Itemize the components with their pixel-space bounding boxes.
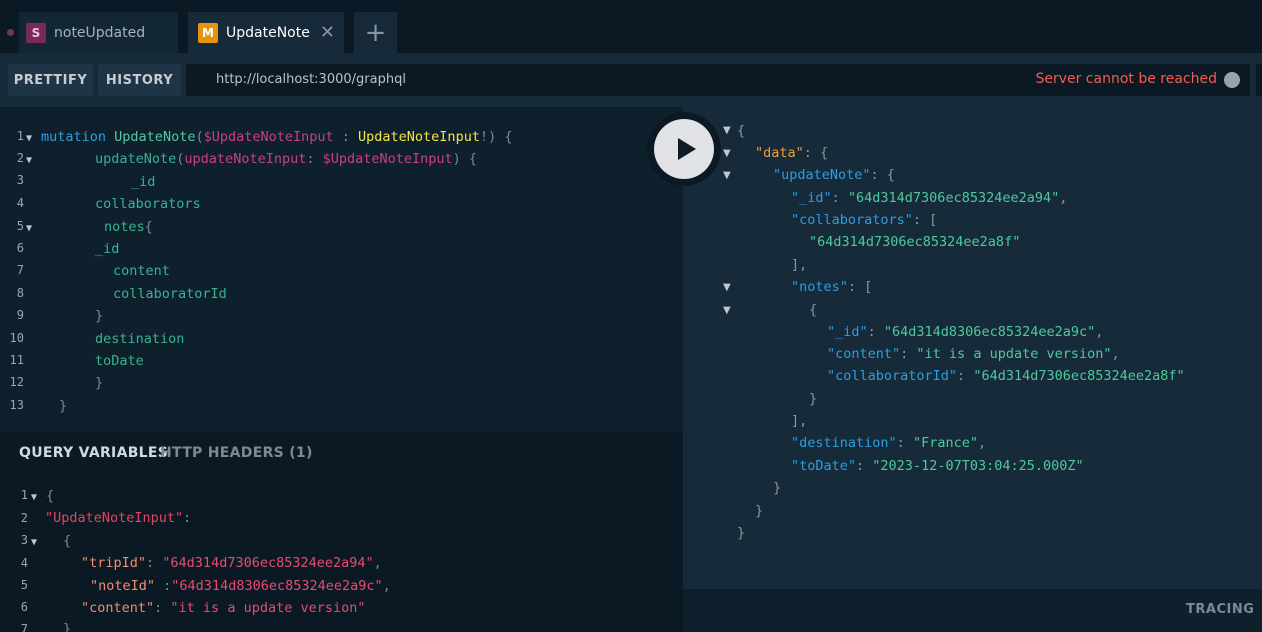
json-line: "collaborators": [: [791, 212, 938, 228]
line-number: 4: [20, 556, 28, 570]
line-number: 2: [20, 511, 28, 525]
line-number: 7: [20, 622, 28, 632]
plus-icon[interactable]: +: [354, 12, 397, 53]
tab-updatenote[interactable]: M UpdateNote ✕: [188, 12, 344, 53]
line-number: 13: [9, 398, 24, 412]
unsaved-dot-icon: [7, 29, 14, 36]
line-number: 12: [9, 375, 24, 389]
fold-arrow-icon[interactable]: ▼: [723, 148, 731, 159]
code-line: collaborators: [95, 196, 201, 212]
json-line: }: [809, 391, 818, 407]
code-line: }: [95, 375, 104, 391]
toolbar: PRETTIFY HISTORY http://localhost:3000/g…: [0, 53, 1262, 107]
line-number: 1: [16, 129, 24, 143]
mutation-badge: M: [198, 22, 218, 43]
subscription-badge: S: [26, 22, 46, 43]
code-line: {: [63, 533, 72, 549]
fold-arrow-icon[interactable]: ▼: [26, 223, 32, 234]
code-line: "noteId" :"64d314d8306ec85324ee2a9c",: [90, 578, 391, 594]
settings-button-edge[interactable]: [1256, 64, 1262, 96]
json-line: "data": {: [755, 145, 829, 161]
tab-bar: S noteUpdated M UpdateNote ✕ +: [0, 0, 1262, 53]
line-number: 9: [16, 308, 24, 322]
tab-http-headers[interactable]: HTTP HEADERS (1): [160, 445, 313, 461]
json-line: "collaboratorId": "64d314d7306ec85324ee2…: [827, 368, 1185, 384]
line-number: 7: [16, 263, 24, 277]
line-number: 10: [9, 331, 24, 345]
line-number: 6: [20, 600, 28, 614]
tab-noteupdated[interactable]: S noteUpdated: [19, 12, 178, 53]
fold-arrow-icon[interactable]: ▼: [723, 305, 731, 316]
code-line: "tripId": "64d314d7306ec85324ee2a94",: [81, 555, 382, 571]
run-button-circle[interactable]: [654, 119, 714, 179]
tracing-button[interactable]: TRACING: [1186, 602, 1254, 617]
json-line: ],: [791, 257, 808, 273]
tab-query-variables[interactable]: QUERY VARIABLES: [19, 445, 168, 461]
run-button[interactable]: [647, 112, 721, 186]
fold-arrow-icon[interactable]: ▼: [723, 170, 731, 181]
fold-arrow-icon[interactable]: ▼: [723, 282, 731, 293]
line-number: 4: [16, 196, 24, 210]
result-pane: ▼ ▼ ▼ ▼ ▼ { "data": { "updateNote": { "_…: [683, 107, 1262, 589]
json-line: "updateNote": {: [773, 167, 895, 183]
code-line: mutation UpdateNote($UpdateNoteInput : U…: [41, 129, 513, 145]
json-line: "_id": "64d314d8306ec85324ee2a9c",: [827, 324, 1104, 340]
server-status-text: Server cannot be reached: [1035, 71, 1217, 87]
fold-arrow-icon[interactable]: ▼: [26, 155, 32, 166]
json-line: "content": "it is a update version",: [827, 346, 1120, 362]
tab-title: UpdateNote: [226, 24, 310, 41]
code-line: _id: [131, 174, 156, 190]
code-line: {: [46, 488, 55, 504]
json-line: "toDate": "2023-12-07T03:04:25.000Z": [791, 458, 1084, 474]
history-button[interactable]: HISTORY: [98, 64, 181, 96]
prettify-button[interactable]: PRETTIFY: [8, 64, 93, 96]
line-number: 1: [20, 488, 28, 502]
line-number: 3: [20, 533, 28, 547]
endpoint-url: http://localhost:3000/graphql: [216, 72, 406, 87]
play-icon: [677, 138, 696, 160]
line-number: 2: [16, 151, 24, 165]
code-line: collaboratorId: [113, 286, 227, 302]
line-number: 6: [16, 241, 24, 255]
json-line: {: [737, 123, 746, 139]
footer-strip: [683, 589, 1262, 632]
json-line: "destination": "France",: [791, 435, 987, 451]
fold-arrow-icon[interactable]: ▼: [31, 537, 37, 548]
code-line: "UpdateNoteInput":: [45, 510, 192, 526]
code-line: _id: [95, 241, 120, 257]
json-line: ],: [791, 413, 808, 429]
json-line: }: [737, 525, 746, 541]
fold-arrow-icon[interactable]: ▼: [723, 125, 731, 136]
json-line: {: [809, 302, 818, 318]
code-line: }: [95, 308, 104, 324]
tab-title: noteUpdated: [54, 24, 146, 41]
json-line: "_id": "64d314d7306ec85324ee2a94",: [791, 190, 1068, 206]
endpoint-url-input[interactable]: http://localhost:3000/graphql Server can…: [186, 64, 1250, 96]
close-icon[interactable]: ✕: [320, 23, 335, 42]
query-editor[interactable]: 1 2 3 4 5 6 7 8 9 10 11 12 13 ▼ ▼ ▼ muta…: [0, 107, 683, 432]
json-line: }: [773, 480, 782, 496]
code-line: content: [113, 263, 170, 279]
json-line: }: [755, 503, 764, 519]
fold-arrow-icon[interactable]: ▼: [26, 133, 32, 144]
fold-arrow-icon[interactable]: ▼: [31, 492, 37, 503]
line-number: 11: [9, 353, 24, 367]
json-line: "notes": [: [791, 279, 873, 295]
line-number: 8: [16, 286, 24, 300]
code-line: }: [59, 398, 68, 414]
json-line: "64d314d7306ec85324ee2a8f": [809, 234, 1021, 250]
code-line: destination: [95, 331, 185, 347]
line-number: 5: [16, 219, 24, 233]
code-line: updateNote(updateNoteInput: $UpdateNoteI…: [95, 151, 478, 167]
line-number: 3: [16, 173, 24, 187]
status-indicator-icon: [1224, 72, 1240, 88]
code-line: }: [63, 621, 72, 632]
variables-panel: QUERY VARIABLES HTTP HEADERS (1) 1 2 3 4…: [0, 432, 683, 632]
code-line: toDate: [95, 353, 144, 369]
line-number: 5: [20, 578, 28, 592]
code-line: notes{: [104, 219, 153, 235]
code-line: "content": "it is a update version": [81, 600, 366, 616]
